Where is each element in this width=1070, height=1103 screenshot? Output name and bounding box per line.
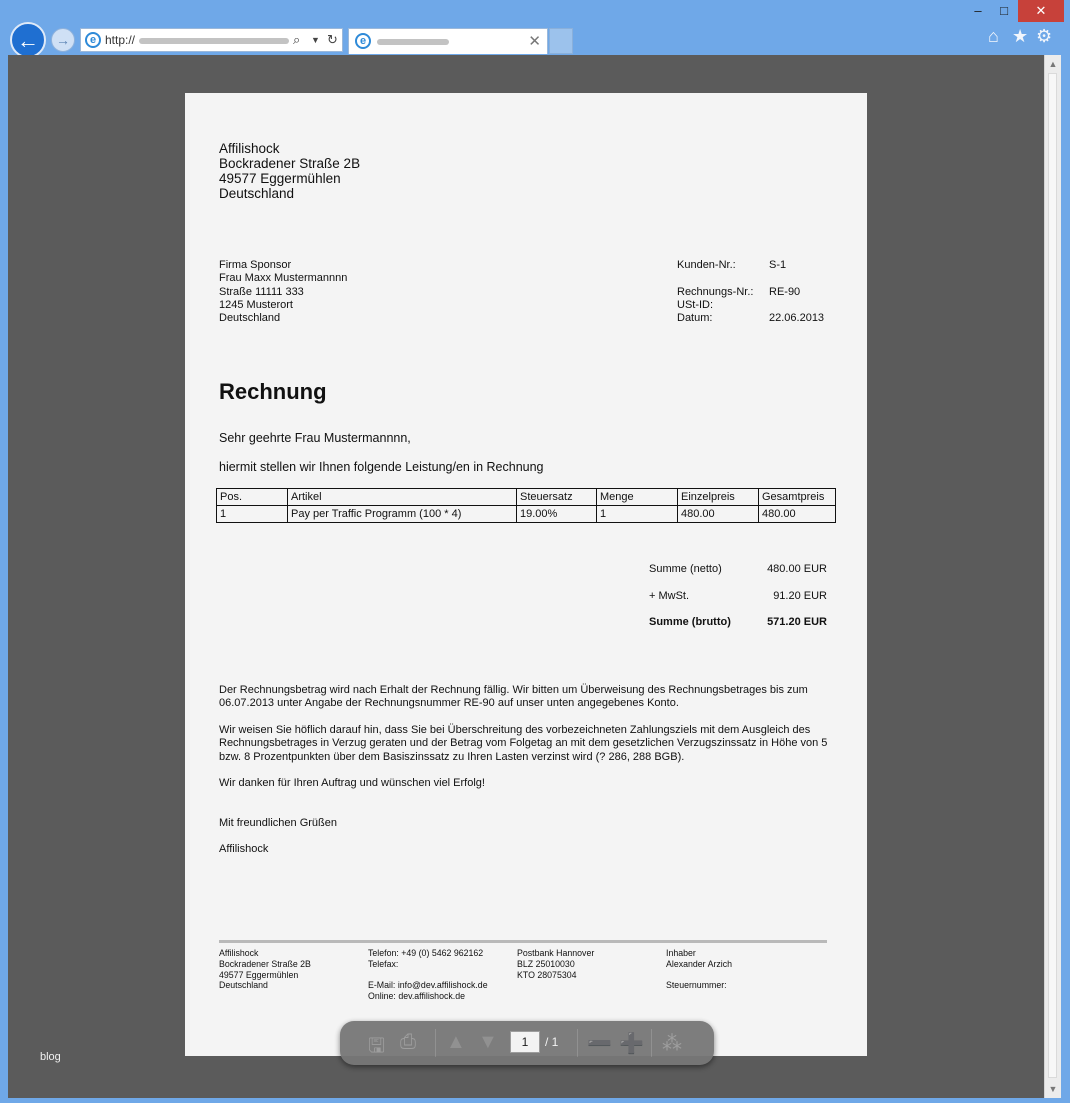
- totals-block: Summe (netto) 480.00 EUR + MwSt. 91.20 E…: [649, 563, 839, 643]
- salutation: Sehr geehrte Frau Mustermannnn,: [219, 431, 411, 445]
- toolbar-separator: [651, 1029, 652, 1057]
- net-total-row: Summe (netto) 480.00 EUR: [649, 563, 827, 575]
- forward-icon: →: [56, 32, 70, 48]
- address-bar[interactable]: e http:// ⌕ ▼ ↻: [80, 28, 343, 52]
- col-header-article: Artikel: [287, 488, 517, 506]
- minimize-button[interactable]: –: [966, 0, 990, 22]
- gross-total-row: Summe (brutto) 571.20 EUR: [649, 616, 827, 628]
- page-total: / 1: [545, 1035, 559, 1049]
- intro-text: hiermit stellen wir Ihnen folgende Leist…: [219, 460, 544, 474]
- footer-owner-column: Inhaber Alexander Arzich Steuernummer:: [666, 948, 733, 991]
- recipient-address: Firma Sponsor Frau Maxx Mustermannnn Str…: [219, 259, 348, 325]
- vertical-scrollbar[interactable]: ▲ ▼: [1044, 55, 1061, 1098]
- customer-number-row: Kunden-Nr.: S-1: [677, 259, 787, 271]
- home-icon[interactable]: ⌂: [988, 26, 999, 47]
- closing-greeting: Mit freundlichen Grüßen: [219, 817, 337, 829]
- star-icon[interactable]: ★: [1012, 26, 1028, 47]
- late-payment-paragraph: Wir weisen Sie höflich darauf hin, dass …: [219, 724, 828, 763]
- previous-page-icon[interactable]: ▲: [446, 1031, 466, 1054]
- col-header-total: Gesamtpreis: [758, 488, 836, 506]
- scroll-thumb[interactable]: [1048, 73, 1057, 1078]
- new-tab-button[interactable]: [549, 28, 573, 54]
- browser-tab[interactable]: e ✕: [348, 28, 548, 54]
- back-button[interactable]: ←: [10, 22, 46, 58]
- col-header-taxrate: Steuersatz: [516, 488, 597, 506]
- table-row: 1 Pay per Traffic Programm (100 * 4) 19.…: [216, 505, 836, 523]
- address-text: http://: [105, 33, 136, 47]
- footer-divider: [219, 940, 827, 943]
- invoice-meta: Kunden-Nr.: S-1 Rechnungs-Nr.: RE-90 USt…: [677, 259, 847, 325]
- cell-unitprice: 480.00: [677, 505, 759, 523]
- cell-quantity: 1: [596, 505, 678, 523]
- save-icon[interactable]: 🖫: [368, 1031, 385, 1065]
- thanks-paragraph: Wir danken für Ihren Auftrag und wünsche…: [219, 777, 485, 789]
- cell-taxrate: 19.00%: [516, 505, 597, 523]
- refresh-icon[interactable]: ↻: [327, 32, 338, 48]
- tab-favicon-icon: e: [355, 33, 371, 49]
- col-header-quantity: Menge: [596, 488, 678, 506]
- watermark-label: blog: [40, 1051, 61, 1063]
- payment-terms-paragraph: Der Rechnungsbetrag wird nach Erhalt der…: [219, 684, 808, 710]
- forward-button[interactable]: →: [51, 28, 75, 52]
- footer-company-column: Affilishock Bockradener Straße 2B 49577 …: [219, 948, 311, 991]
- gear-icon[interactable]: ⚙: [1036, 26, 1052, 47]
- maximize-button[interactable]: □: [992, 0, 1016, 22]
- page-number-input[interactable]: [510, 1031, 540, 1053]
- zoom-in-icon[interactable]: ➕: [619, 1031, 644, 1056]
- footer-spacer: [666, 970, 732, 981]
- ie-logo-icon: e: [85, 32, 101, 48]
- toolbar-separator: [577, 1029, 578, 1057]
- meta-spacer: [677, 272, 847, 285]
- dropdown-icon[interactable]: ▼: [311, 35, 320, 45]
- search-icon[interactable]: ⌕: [293, 32, 300, 48]
- acrobat-icon[interactable]: ⁂: [662, 1031, 682, 1056]
- toolbar-separator: [435, 1029, 436, 1057]
- next-page-icon[interactable]: ▼: [478, 1031, 498, 1054]
- address-redacted: [139, 38, 289, 44]
- line-items-table: Pos. Artikel Steuersatz Menge Einzelprei…: [216, 488, 836, 523]
- scroll-up-icon[interactable]: ▲: [1045, 59, 1061, 69]
- print-icon[interactable]: ⎙: [400, 1031, 416, 1054]
- tab-title-redacted: [377, 39, 449, 45]
- cell-total: 480.00: [758, 505, 836, 523]
- document-title: Rechnung: [219, 379, 327, 404]
- zoom-out-icon[interactable]: ➖: [587, 1031, 612, 1056]
- tab-close-icon[interactable]: ✕: [528, 32, 541, 50]
- footer-spacer: [368, 970, 488, 981]
- table-header-row: Pos. Artikel Steuersatz Menge Einzelprei…: [216, 488, 836, 506]
- vat-total-row: + MwSt. 91.20 EUR: [649, 589, 827, 602]
- col-header-unitprice: Einzelpreis: [677, 488, 759, 506]
- pdf-toolbar: 🖫 ⎙ ▲ ▼ / 1 ➖ ➕ ⁂: [340, 1021, 714, 1065]
- footer-bank-column: Postbank Hannover BLZ 25010030 KTO 28075…: [517, 948, 595, 980]
- date-row: Datum: 22.06.2013: [677, 312, 825, 325]
- back-icon: ←: [17, 28, 39, 53]
- signature: Affilishock: [219, 843, 269, 855]
- close-window-button[interactable]: ✕: [1018, 0, 1064, 22]
- pdf-page: Affilishock Bockradener Straße 2B 49577 …: [185, 93, 867, 1056]
- invoice-number-row: Rechnungs-Nr.: RE-90: [677, 285, 801, 298]
- footer-contact-column: Telefon: +49 (0) 5462 962162 Telefax: E-…: [368, 948, 488, 1002]
- sender-address: Affilishock Bockradener Straße 2B 49577 …: [219, 141, 361, 201]
- col-header-pos: Pos.: [216, 488, 288, 506]
- cell-pos: 1: [216, 505, 288, 523]
- vat-id-row: USt-ID:: [677, 298, 714, 311]
- scroll-down-icon[interactable]: ▼: [1045, 1084, 1061, 1094]
- cell-article: Pay per Traffic Programm (100 * 4): [287, 505, 517, 523]
